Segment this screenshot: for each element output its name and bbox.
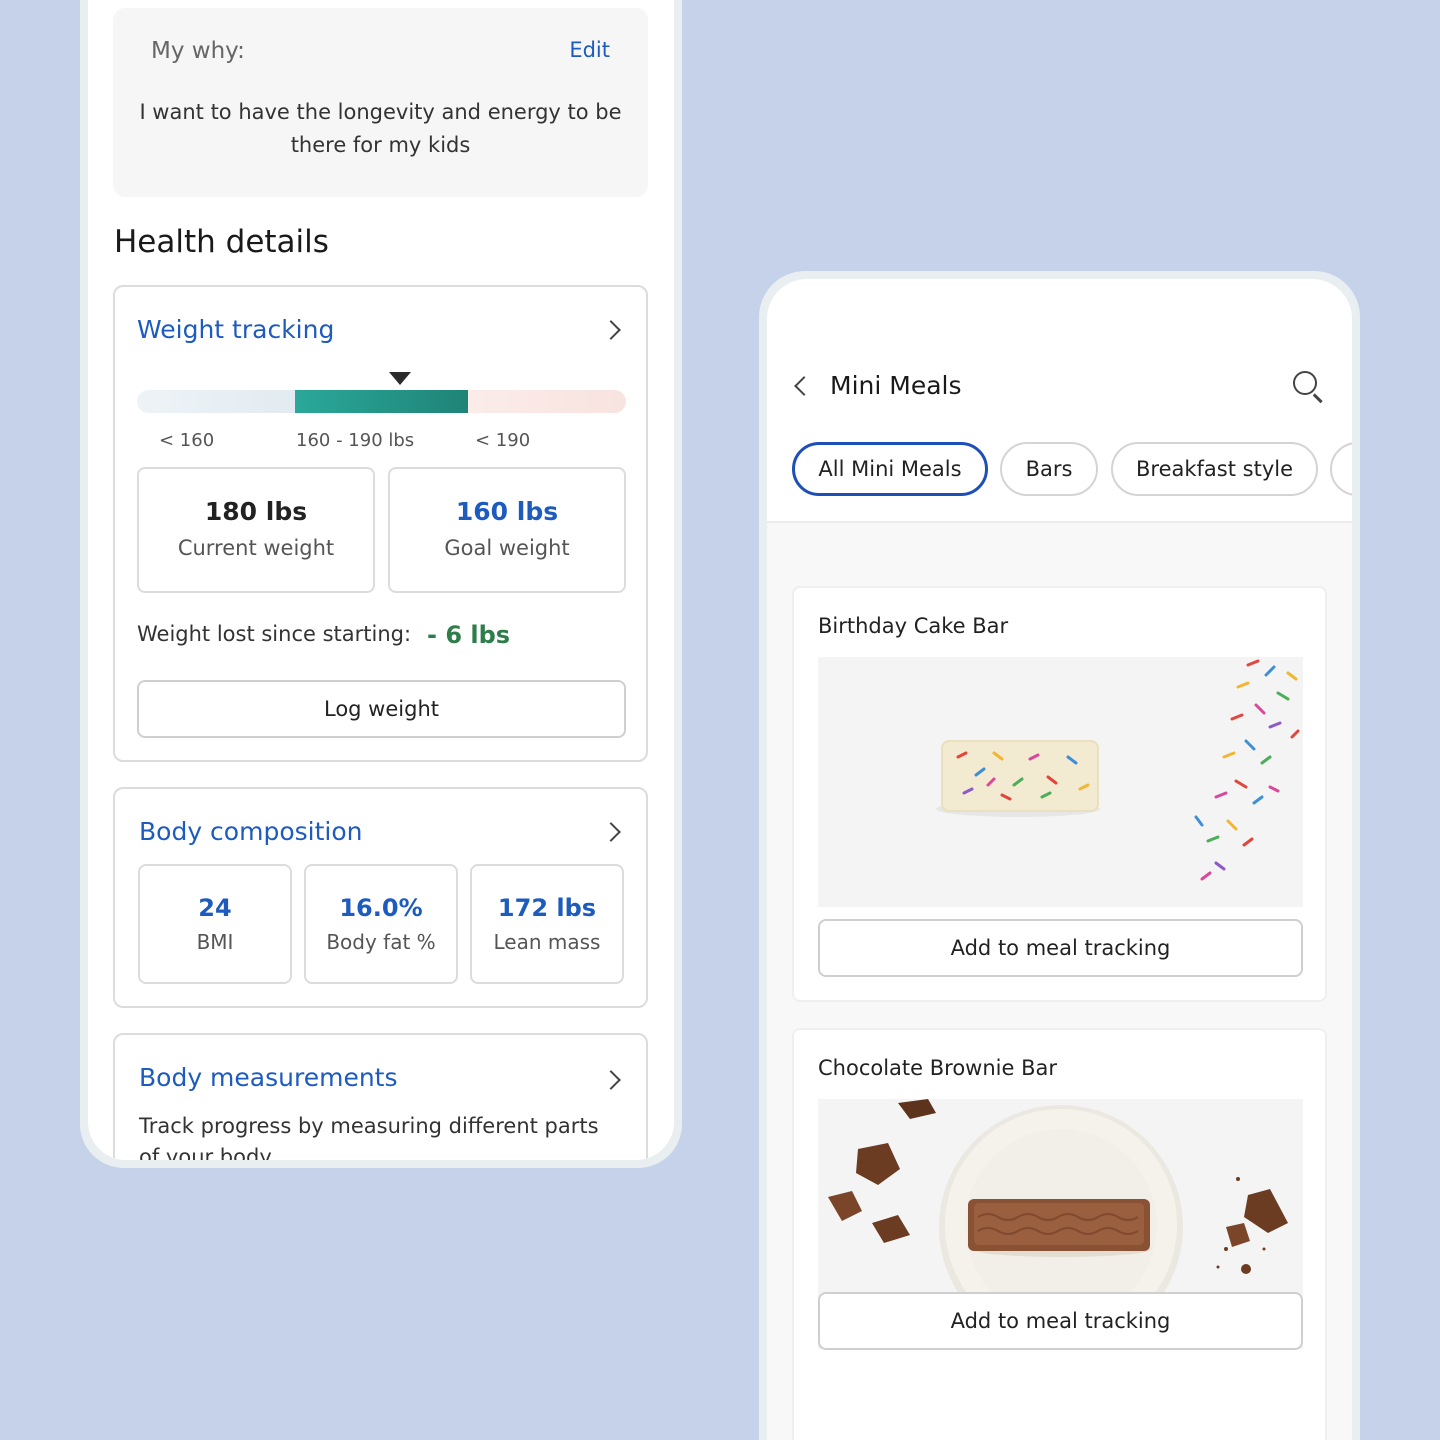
add-to-meal-tracking-button[interactable]: Add to meal tracking: [818, 1292, 1303, 1350]
page-title: Mini Meals: [830, 371, 962, 400]
body-composition-card: Body composition 24 BMI 16.0% Body fat %…: [113, 787, 648, 1008]
edit-why-link[interactable]: Edit: [569, 38, 610, 62]
chevron-left-icon[interactable]: [794, 376, 814, 396]
weight-range-bar: [137, 390, 626, 413]
my-why-title: My why:: [151, 38, 245, 64]
chip-breakfast-style[interactable]: Breakfast style: [1111, 442, 1318, 496]
goal-weight-value: 160 lbs: [455, 497, 559, 526]
health-phone: My why: Edit I want to have the longevit…: [80, 0, 682, 1168]
search-icon[interactable]: [1291, 369, 1325, 403]
lean-mass-value: 172 lbs: [497, 894, 597, 922]
current-weight-label: Current weight: [177, 536, 335, 560]
body-fat-label: Body fat %: [326, 930, 436, 954]
current-weight-box: 180 lbs Current weight: [137, 467, 375, 593]
body-fat-value: 16.0%: [339, 894, 423, 922]
range-marker-icon: [389, 372, 411, 385]
add-to-meal-tracking-button[interactable]: Add to meal tracking: [818, 919, 1303, 977]
search-handle: [1313, 393, 1323, 403]
chevron-right-icon[interactable]: [601, 1070, 621, 1090]
goal-weight-label: Goal weight: [444, 536, 570, 560]
weight-lost-label: Weight lost since starting:: [137, 622, 412, 646]
weight-tracking-title[interactable]: Weight tracking: [137, 315, 334, 344]
log-weight-button[interactable]: Log weight: [137, 680, 626, 738]
body-measurements-text: Track progress by measuring different pa…: [139, 1114, 599, 1160]
weight-tracking-card: Weight tracking < 160 160 - 190 lbs < 19…: [113, 285, 648, 762]
range-segment-target: [295, 390, 468, 413]
range-label-target: 160 - 190 lbs: [296, 430, 415, 451]
meals-phone: Mini Meals All Mini Meals Bars Breakfast…: [759, 271, 1360, 1440]
meals-header: Mini Meals All Mini Meals Bars Breakfast…: [767, 279, 1352, 523]
chip-more[interactable]: [1330, 442, 1352, 496]
lean-mass-box: 172 lbs Lean mass: [470, 864, 624, 984]
meal-card-birthday-cake: Birthday Cake Bar Add to meal tracking: [792, 586, 1327, 1002]
meal-name: Chocolate Brownie Bar: [818, 1056, 1057, 1080]
bmi-label: BMI: [196, 930, 234, 954]
chevron-right-icon[interactable]: [601, 822, 621, 842]
bmi-box: 24 BMI: [138, 864, 292, 984]
meal-card-chocolate-brownie: Chocolate Brownie Bar Add to meal tracki…: [792, 1028, 1327, 1440]
my-why-text: I want to have the longevity and energy …: [139, 100, 622, 157]
chip-bars[interactable]: Bars: [1000, 442, 1098, 496]
body-measurements-title[interactable]: Body measurements: [139, 1063, 398, 1092]
chevron-right-icon[interactable]: [601, 320, 621, 340]
body-measurements-card: Body measurements Track progress by meas…: [113, 1033, 648, 1160]
range-label-high: < 190: [475, 430, 531, 451]
birthday-cake-bar-image: [818, 657, 1303, 907]
body-fat-box: 16.0% Body fat %: [304, 864, 458, 984]
weight-lost-value: - 6 lbs: [427, 621, 511, 649]
health-screen: My why: Edit I want to have the longevit…: [88, 0, 674, 1160]
range-segment-low: [137, 390, 295, 413]
goal-weight-box: 160 lbs Goal weight: [388, 467, 626, 593]
health-details-title: Health details: [114, 224, 329, 260]
lean-mass-label: Lean mass: [493, 930, 601, 954]
bmi-value: 24: [198, 894, 232, 922]
chip-all-mini-meals[interactable]: All Mini Meals: [792, 442, 988, 496]
range-segment-high: [468, 390, 626, 413]
body-composition-title[interactable]: Body composition: [139, 817, 362, 846]
search-lens: [1293, 371, 1317, 395]
meal-name: Birthday Cake Bar: [818, 614, 1009, 638]
my-why-card: My why: Edit I want to have the longevit…: [113, 8, 648, 197]
current-weight-value: 180 lbs: [204, 497, 308, 526]
meals-screen: Mini Meals All Mini Meals Bars Breakfast…: [767, 279, 1352, 1440]
birthday-cake-bar-illustration: [818, 657, 1303, 907]
range-label-low: < 160: [159, 430, 215, 451]
